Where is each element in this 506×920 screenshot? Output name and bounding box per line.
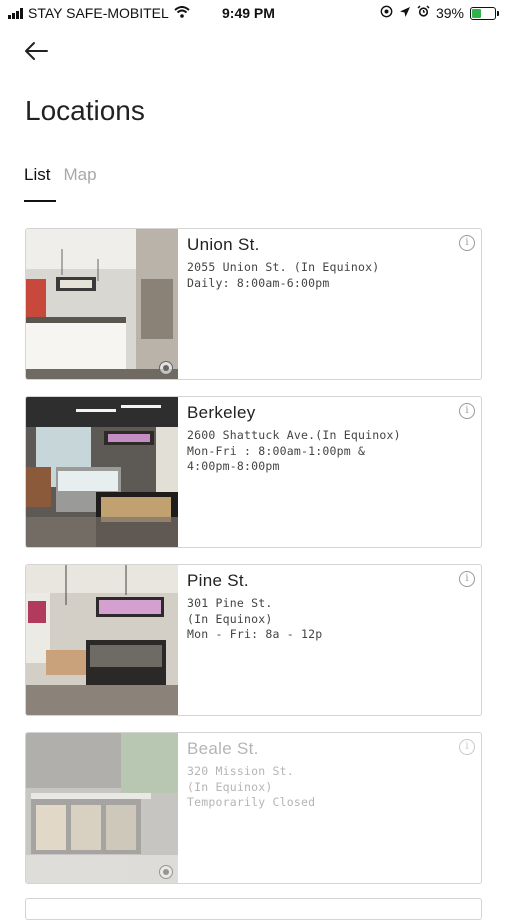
location-card-berkeley[interactable]: Berkeley 2600 Shattuck Ave.(In Equinox) … bbox=[25, 396, 482, 548]
location-lock-icon bbox=[380, 5, 393, 21]
location-arrow-icon bbox=[399, 5, 411, 21]
status-bar-right: 39% bbox=[380, 5, 499, 21]
location-pin-icon bbox=[159, 361, 173, 375]
location-photo bbox=[26, 229, 178, 379]
location-status: Temporarily Closed bbox=[187, 795, 316, 809]
wifi-icon bbox=[174, 5, 190, 21]
active-tab-indicator bbox=[24, 200, 56, 202]
location-photo bbox=[26, 397, 178, 547]
info-icon[interactable]: i bbox=[459, 571, 475, 587]
location-address-note: (In Equinox) bbox=[187, 779, 273, 794]
location-address-note: (In Equinox) bbox=[187, 611, 273, 626]
location-hours: 4:00pm-8:00pm bbox=[187, 459, 280, 473]
back-button[interactable] bbox=[22, 38, 54, 66]
location-card-union-st[interactable]: Union St. 2055 Union St. (In Equinox) Da… bbox=[25, 228, 482, 380]
location-address: 2600 Shattuck Ave.(In Equinox) bbox=[187, 428, 401, 442]
location-name: Union St. bbox=[187, 235, 260, 254]
status-bar-left: STAY SAFE-MOBITEL bbox=[8, 5, 190, 21]
tab-map[interactable]: Map bbox=[63, 165, 96, 185]
carrier-name: STAY SAFE-MOBITEL bbox=[28, 5, 169, 21]
location-details: Pine St. 301 Pine St. (In Equinox) Mon -… bbox=[187, 571, 322, 643]
location-details: Union St. 2055 Union St. (In Equinox) Da… bbox=[187, 235, 379, 291]
info-icon[interactable]: i bbox=[459, 235, 475, 251]
location-name: Berkeley bbox=[187, 403, 256, 422]
location-hours: Mon - Fri: 8a - 12p bbox=[187, 627, 323, 641]
location-hours: Daily: 8:00am-6:00pm bbox=[187, 275, 330, 290]
info-icon[interactable]: i bbox=[459, 739, 475, 755]
location-card-beale-st[interactable]: Beale St. 320 Mission St. (In Equinox) T… bbox=[25, 732, 482, 884]
location-card-partial[interactable] bbox=[25, 898, 482, 920]
location-address: 301 Pine St. bbox=[187, 596, 273, 610]
location-card-pine-st[interactable]: Pine St. 301 Pine St. (In Equinox) Mon -… bbox=[25, 564, 482, 716]
location-details: Beale St. 320 Mission St. (In Equinox) T… bbox=[187, 739, 315, 811]
location-name: Pine St. bbox=[187, 571, 249, 590]
status-bar: STAY SAFE-MOBITEL 9:49 PM 39% bbox=[0, 0, 506, 28]
location-pin-icon bbox=[159, 865, 173, 879]
location-hours: Mon-Fri : 8:00am-1:00pm & bbox=[187, 443, 366, 458]
location-photo bbox=[26, 565, 178, 715]
arrow-left-icon bbox=[25, 42, 48, 60]
location-address: 2055 Union St. (In Equinox) bbox=[187, 260, 380, 274]
location-address: 320 Mission St. bbox=[187, 764, 294, 778]
page-title: Locations bbox=[25, 95, 145, 126]
battery-icon bbox=[470, 6, 499, 20]
view-tabs: List Map bbox=[24, 165, 97, 185]
tab-list[interactable]: List bbox=[24, 165, 50, 185]
status-time: 9:49 PM bbox=[222, 5, 275, 21]
signal-icon bbox=[8, 7, 23, 19]
info-icon[interactable]: i bbox=[459, 403, 475, 419]
location-photo bbox=[26, 733, 178, 883]
location-details: Berkeley 2600 Shattuck Ave.(In Equinox) … bbox=[187, 403, 401, 475]
battery-percent: 39% bbox=[435, 5, 464, 21]
location-name: Beale St. bbox=[187, 739, 259, 758]
alarm-icon bbox=[417, 5, 430, 21]
